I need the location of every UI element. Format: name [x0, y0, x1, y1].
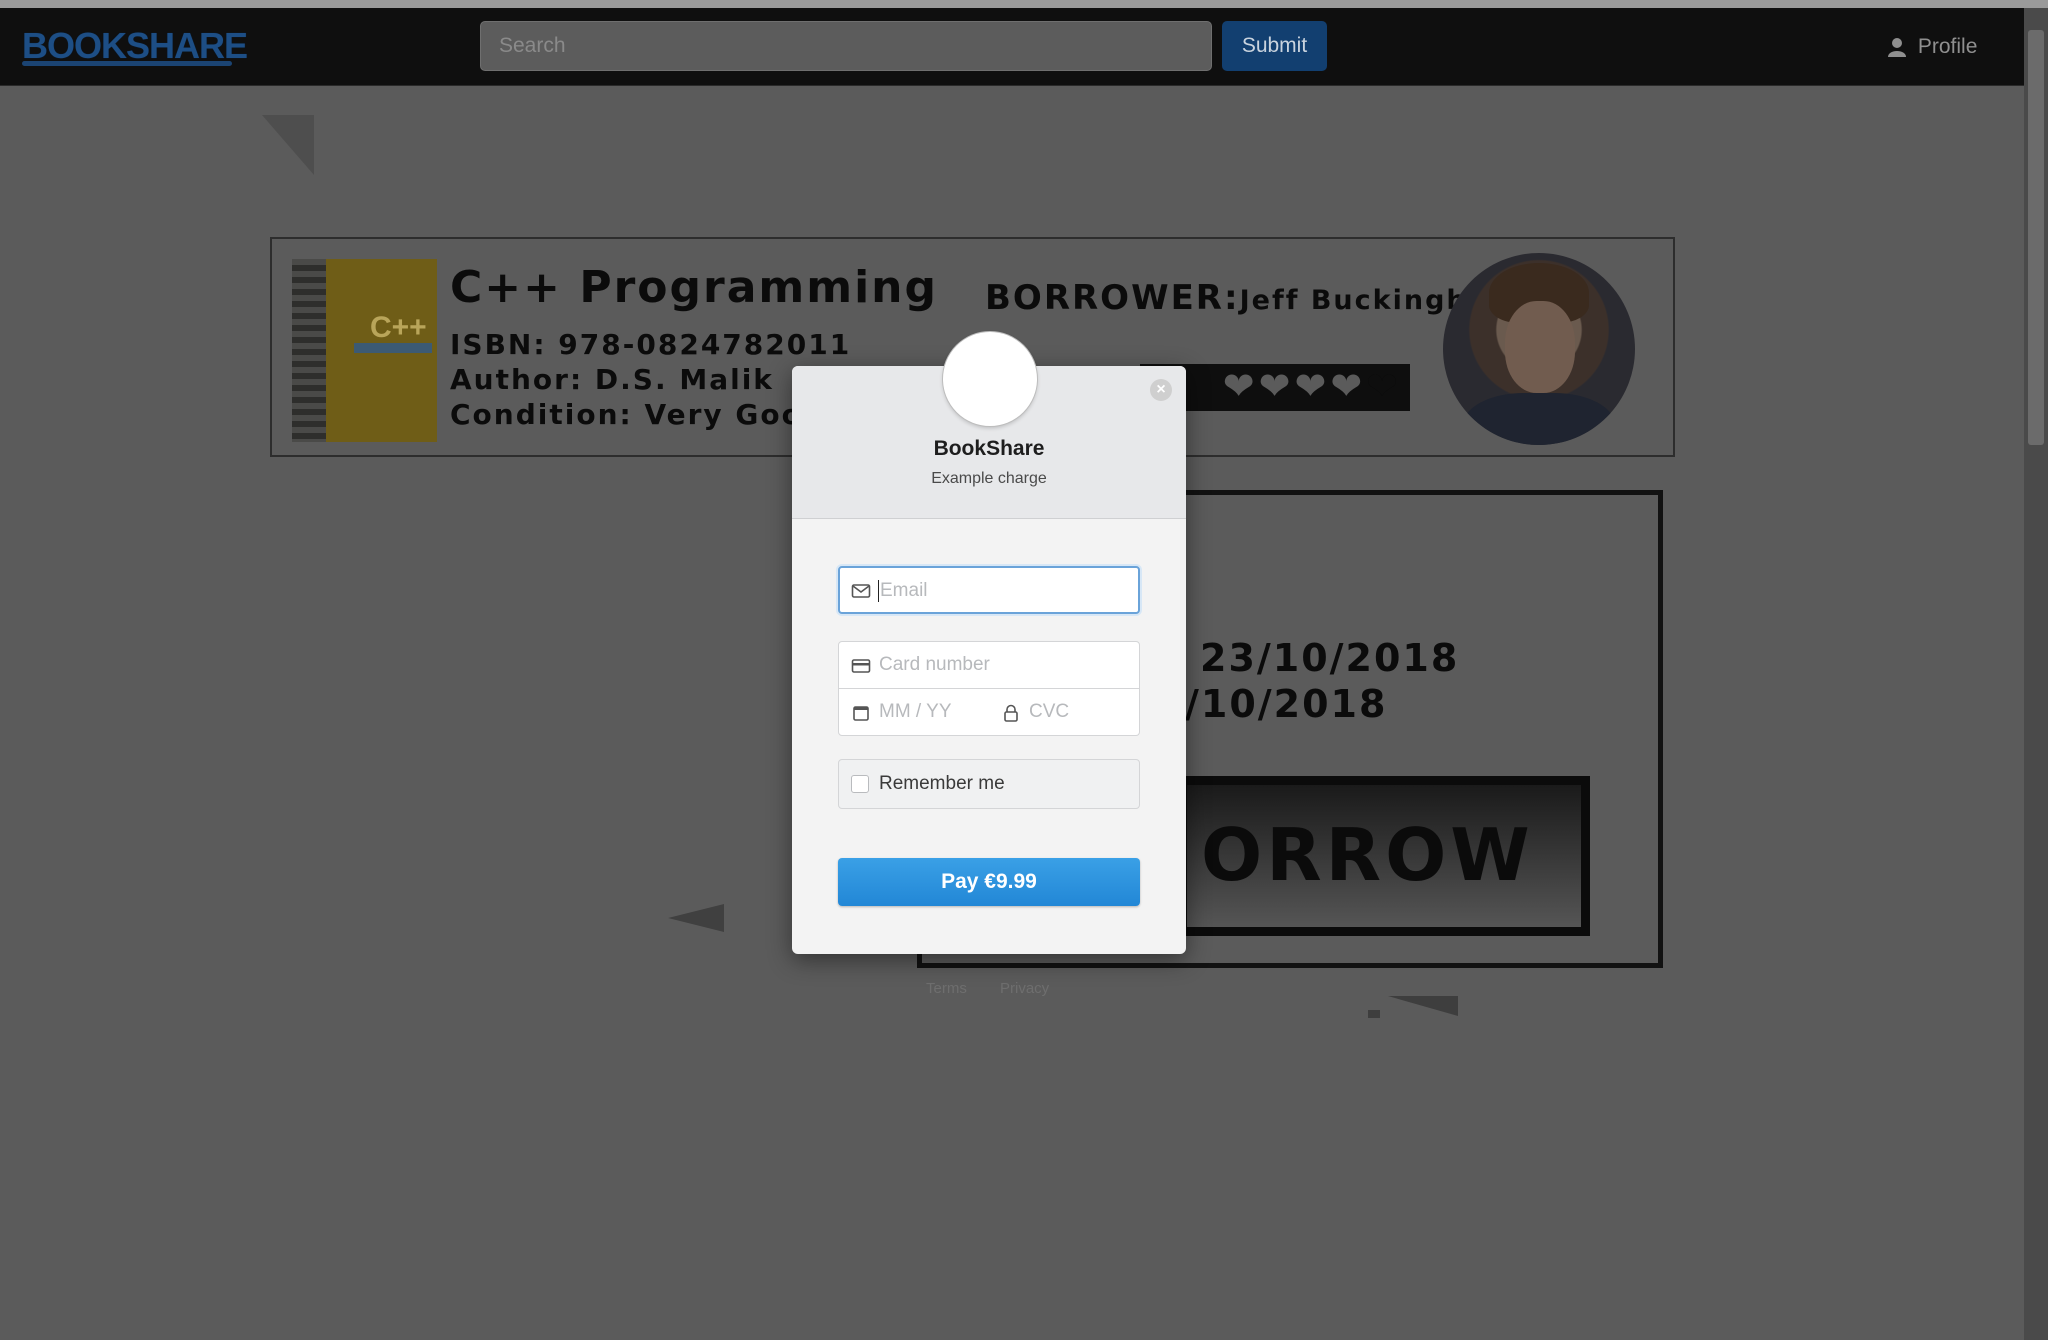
book-author: Author: D.S. Malik: [450, 363, 774, 396]
avatar-body: [1463, 393, 1615, 445]
book-condition: Condition: Very Good: [450, 398, 825, 431]
card-number-field[interactable]: Card number: [838, 641, 1140, 689]
terms-link[interactable]: Terms: [926, 980, 967, 997]
expiry-field[interactable]: MM / YY: [838, 688, 990, 736]
brand-logo-text: BOOKSHARE: [22, 25, 248, 66]
decorative-shard: [1388, 996, 1458, 1016]
card-number-placeholder: Card number: [879, 654, 990, 675]
heart-icon: ❤: [1366, 366, 1402, 408]
envelope-icon: [851, 584, 871, 598]
search-input[interactable]: Search: [480, 21, 1212, 71]
book-cover-image[interactable]: C++: [292, 259, 437, 442]
user-icon: [1888, 38, 1906, 58]
cover-band: [354, 343, 432, 353]
text-caret: [878, 580, 879, 602]
navbar: BOOKSHARE Search Submit Profile: [0, 8, 2024, 86]
heart-icon: ❤: [1294, 366, 1331, 408]
brand-logo[interactable]: BOOKSHARE: [22, 20, 248, 72]
decorative-shard: [668, 904, 724, 932]
credit-card-icon: [851, 659, 871, 673]
modal-header: BookShare Example charge ×: [792, 332, 1186, 519]
book-title: C++ Programming: [450, 262, 939, 313]
profile-link[interactable]: Profile: [1888, 31, 1977, 63]
privacy-link[interactable]: Privacy: [1000, 980, 1049, 997]
remember-me-toggle[interactable]: Remember me: [838, 759, 1140, 809]
borrow-button[interactable]: ORROW: [1178, 776, 1590, 936]
loan-date-end: /10/2018: [1185, 682, 1388, 726]
remember-me-label: Remember me: [879, 773, 1005, 794]
borrower-avatar: [1443, 253, 1635, 445]
profile-label: Profile: [1917, 35, 1978, 58]
decorative-shard: [1368, 1010, 1380, 1018]
merchant-logo: [943, 332, 1037, 426]
heart-icon: ❤: [1222, 366, 1259, 408]
cover-title: C++: [370, 311, 427, 344]
heart-icon: ❤: [1258, 366, 1295, 408]
cvc-placeholder: CVC: [1029, 701, 1070, 722]
book-isbn: ISBN: 978-0824782011: [450, 328, 852, 361]
modal-title: BookShare: [933, 437, 1045, 460]
lock-icon: [1004, 704, 1018, 722]
calendar-icon: [853, 706, 869, 721]
pay-button[interactable]: Pay €9.99: [838, 858, 1140, 906]
email-field[interactable]: Email: [838, 566, 1140, 614]
modal-subtitle: Example charge: [931, 470, 1047, 487]
scrollbar-thumb[interactable]: [2028, 30, 2044, 445]
window-top-strip: [0, 0, 2048, 8]
cvc-field[interactable]: CVC: [989, 688, 1140, 736]
cover-stairs-art: [292, 259, 326, 442]
remember-me-checkbox[interactable]: [851, 775, 869, 793]
heart-icon: ❤: [1330, 366, 1367, 408]
borrower-label: BORROWER:: [985, 278, 1240, 318]
expiry-placeholder: MM / YY: [879, 701, 952, 722]
checkout-modal: BookShare Example charge × Email Card nu…: [792, 332, 1186, 954]
brand-swoosh: [22, 61, 232, 66]
avatar-face: [1505, 301, 1575, 393]
borrower-heading: BORROWER:Jeff Buckingham: [985, 278, 1518, 318]
email-placeholder: Email: [880, 580, 928, 601]
decorative-shard: [262, 115, 314, 175]
close-icon[interactable]: ×: [1150, 379, 1172, 401]
loan-date-start: 23/10/2018: [1200, 636, 1460, 680]
submit-button[interactable]: Submit: [1222, 21, 1327, 71]
